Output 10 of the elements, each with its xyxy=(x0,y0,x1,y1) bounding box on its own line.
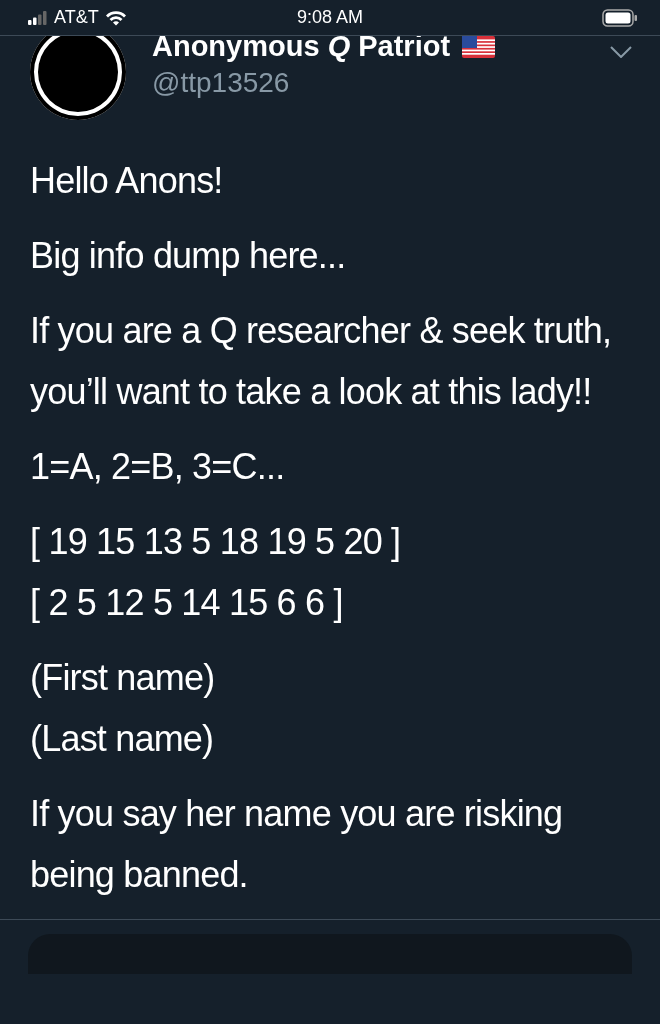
tweet-text: [ 19 15 13 5 18 19 5 20 ] [ 2 5 12 5 14 15 6 6 ] xyxy=(30,520,402,625)
username: @ttp13526 xyxy=(152,67,291,99)
tweet-text: If you are a Q researcher & seek truth, you’ll want to take a look at this lady!! xyxy=(30,309,613,414)
tweet-text: 1=A, 2=B, 3=C... xyxy=(30,445,286,489)
clock-time: 9:08 AM xyxy=(297,7,363,28)
tweet-text: Big info dump here... xyxy=(30,234,347,278)
tweet-text: If you say her name you are risking being banned. xyxy=(30,792,564,897)
tweet-text: (First name) (Last name) xyxy=(30,656,216,761)
carrier-name: AT&T xyxy=(54,7,99,28)
tweet-text: Hello Anons! xyxy=(30,159,224,203)
